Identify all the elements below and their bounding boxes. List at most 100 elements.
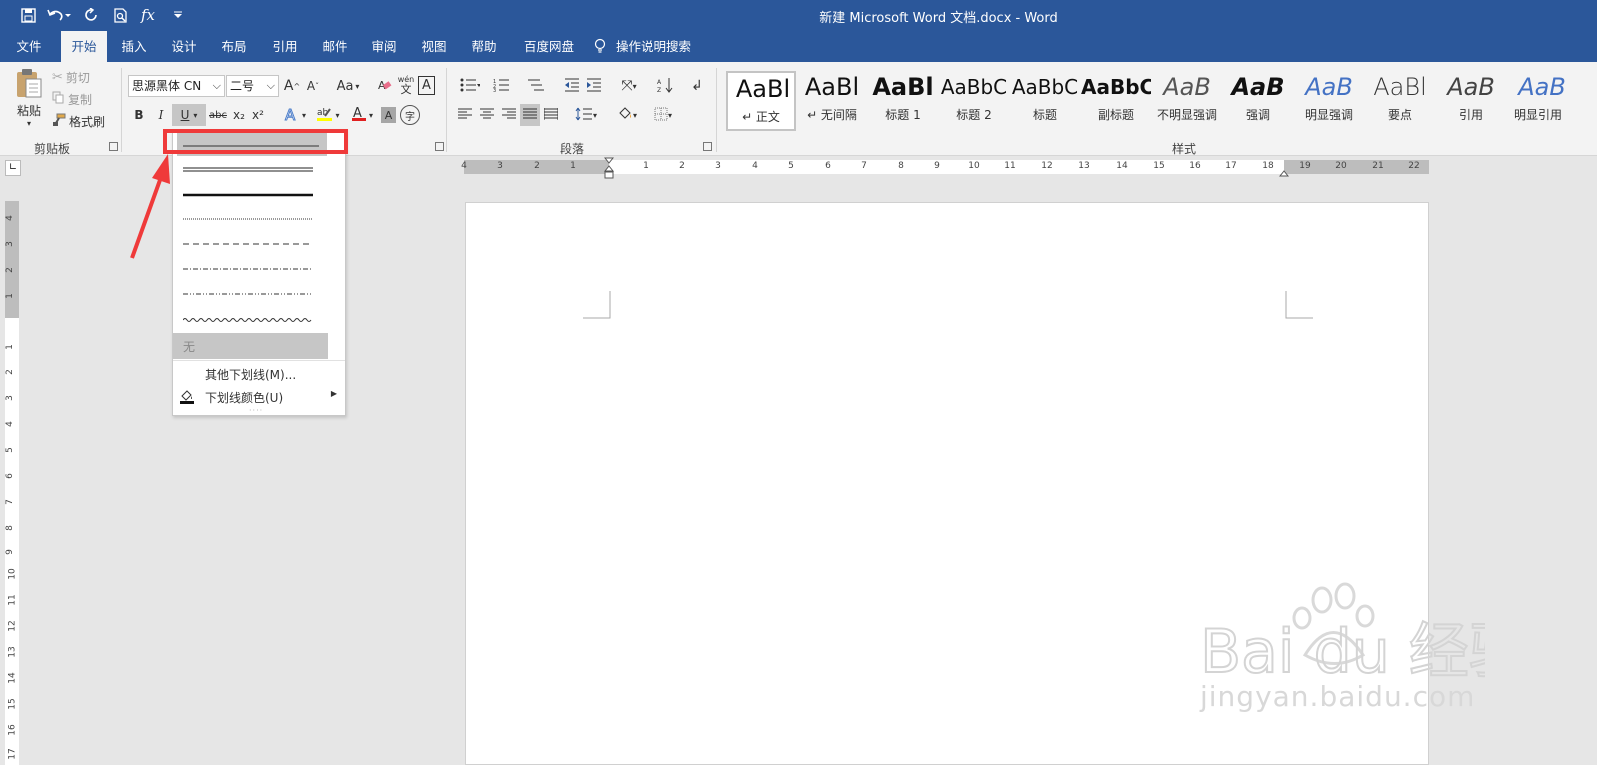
font-color-button[interactable]: A ▾ [347,104,377,126]
first-line-indent-marker[interactable] [603,157,615,182]
decrease-indent-button[interactable] [562,75,582,97]
paste-button[interactable]: 粘贴 ▾ [10,66,48,128]
style-quote[interactable]: AaB 引用 [1436,71,1506,131]
superscript-button[interactable]: x² [250,104,266,126]
font-launcher-icon[interactable] [435,142,444,151]
character-shading-button[interactable]: A [381,107,396,123]
tab-view[interactable]: 视图 [413,31,455,62]
tab-selector[interactable]: ∟ [5,160,21,176]
ruler-number: 11 [1004,161,1016,171]
tab-file[interactable]: 文件 [8,31,50,62]
style-heading-2[interactable]: AaBbC 标题 2 [939,71,1009,131]
style-subtle-emphasis[interactable]: AaB 不明显强调 [1152,71,1222,131]
tab-review[interactable]: 审阅 [363,31,405,62]
underline-color-item[interactable]: 下划线颜色(U) ▶ [173,385,345,407]
font-size-combo[interactable]: 二号 ⌵ [226,75,279,97]
increase-indent-button[interactable] [584,75,604,97]
tab-help[interactable]: 帮助 [463,31,505,62]
font-name-combo[interactable]: 思源黑体 CN ⌵ [128,75,225,97]
style-emphasis[interactable]: AaB 强调 [1223,71,1293,131]
strikethrough-button[interactable]: abc [207,104,229,126]
resize-grip-icon[interactable]: ···· [249,406,263,415]
enclose-characters-label: 字 [405,111,415,123]
underline-button[interactable]: U ▾ [172,104,206,126]
horizontal-ruler[interactable]: 4 3 2 1 1 2 3 4 5 6 7 8 9 10 11 12 13 14… [461,157,1429,179]
multilevel-list-button[interactable] [522,75,550,97]
subscript-label: x₂ [233,108,245,122]
copy-button[interactable]: 复制 [52,90,92,108]
style-normal[interactable]: AaBl ↵ 正文 [726,71,796,131]
format-painter-button[interactable]: 格式刷 [52,112,105,130]
chinese-layout-button[interactable]: ⤧ ▾ [614,75,644,97]
underline-option-wave[interactable] [177,305,327,329]
show-marks-button[interactable]: ↲ [688,75,706,97]
ruler-number: 4 [752,161,758,171]
ruler-number: 11 [7,594,18,606]
ruler-number: 2 [4,267,15,273]
style-intense-emphasis[interactable]: AaB 明显强调 [1294,71,1364,131]
paragraph-launcher-icon[interactable] [703,142,712,151]
bullets-button[interactable] [456,75,484,97]
underline-option-dotted[interactable] [177,205,327,229]
subscript-button[interactable]: x₂ [231,104,247,126]
style-no-spacing[interactable]: AaBl ↵ 无间隔 [797,71,867,131]
tab-insert[interactable]: 插入 [113,31,155,62]
underline-option-double[interactable] [177,155,327,179]
cut-button[interactable]: ✂ 剪切 [52,68,90,86]
enclose-characters-button[interactable]: 字 [400,105,420,125]
style-subtitle[interactable]: AaBbC 副标题 [1081,71,1151,131]
justify-button[interactable] [520,104,540,126]
phonetic-guide-button[interactable]: wén 文 [397,75,415,97]
distributed-button[interactable] [542,104,560,126]
highlight-annotation-box [163,129,348,154]
vertical-ruler[interactable]: 4 3 2 1 1 2 3 4 5 6 7 8 9 10 11 12 13 14… [5,201,19,765]
sort-button[interactable]: AZ [655,75,675,97]
italic-button[interactable]: I [152,104,170,126]
change-case-button[interactable]: Aa ▾ [333,75,363,97]
align-left-button[interactable] [456,104,474,126]
underline-option-none[interactable]: 无 [173,333,328,359]
highlight-button[interactable]: ab ▾ [313,104,343,126]
title-bar: fx 新建 Microsoft Word 文档.docx - Word [0,0,1597,31]
ruler-number: 1 [570,161,576,171]
underline-sample [183,193,313,197]
underline-option-dash-dot-dot[interactable] [177,280,327,304]
character-border-button[interactable]: A [418,76,435,95]
ruler-number: 5 [4,447,15,453]
underline-option-dash-dot[interactable] [177,255,327,279]
underline-option-dashed[interactable] [177,230,327,254]
tab-references[interactable]: 引用 [264,31,306,62]
bold-button[interactable]: B [130,104,148,126]
right-indent-marker[interactable] [1278,166,1290,180]
tab-design[interactable]: 设计 [163,31,205,62]
ruler-number: 1 [643,161,649,171]
text-effects-button[interactable]: A ▾ [280,104,310,126]
pilcrow-icon: ↲ [691,78,703,94]
style-heading-1[interactable]: AaBl 标题 1 [868,71,938,131]
grow-font-button[interactable]: A ^ [284,75,300,97]
underline-option-thick[interactable] [177,180,327,204]
align-center-button[interactable] [478,104,496,126]
clipboard-launcher-icon[interactable] [109,142,118,151]
tab-layout[interactable]: 布局 [213,31,255,62]
tab-home[interactable]: 开始 [61,31,107,62]
tab-baidu-netdisk[interactable]: 百度网盘 [518,31,580,62]
numbering-button[interactable]: 123 [489,75,517,97]
clear-formatting-button[interactable]: A [376,75,394,97]
style-sample: AaBbC [1011,75,1079,99]
style-strong[interactable]: AaBl 要点 [1365,71,1435,131]
borders-button[interactable]: ▾ [648,104,678,126]
style-title[interactable]: AaBbC 标题 [1010,71,1080,131]
style-name: 明显强调 [1304,108,1353,122]
font-color-icon: A [351,105,367,125]
shrink-font-button[interactable]: Aˇ [305,75,321,97]
tab-mailings[interactable]: 邮件 [314,31,356,62]
cut-label: 剪切 [65,70,90,85]
tell-me-search[interactable]: 操作说明搜索 [594,31,691,62]
style-intense-quote[interactable]: AaB 明显引用 [1507,71,1569,131]
align-right-button[interactable] [500,104,518,126]
more-underlines-item[interactable]: 其他下划线(M)... [173,362,345,384]
grow-font-label: A [283,78,294,94]
shading-button[interactable]: ▾ [612,104,642,126]
line-spacing-button[interactable]: ▾ [570,104,602,126]
